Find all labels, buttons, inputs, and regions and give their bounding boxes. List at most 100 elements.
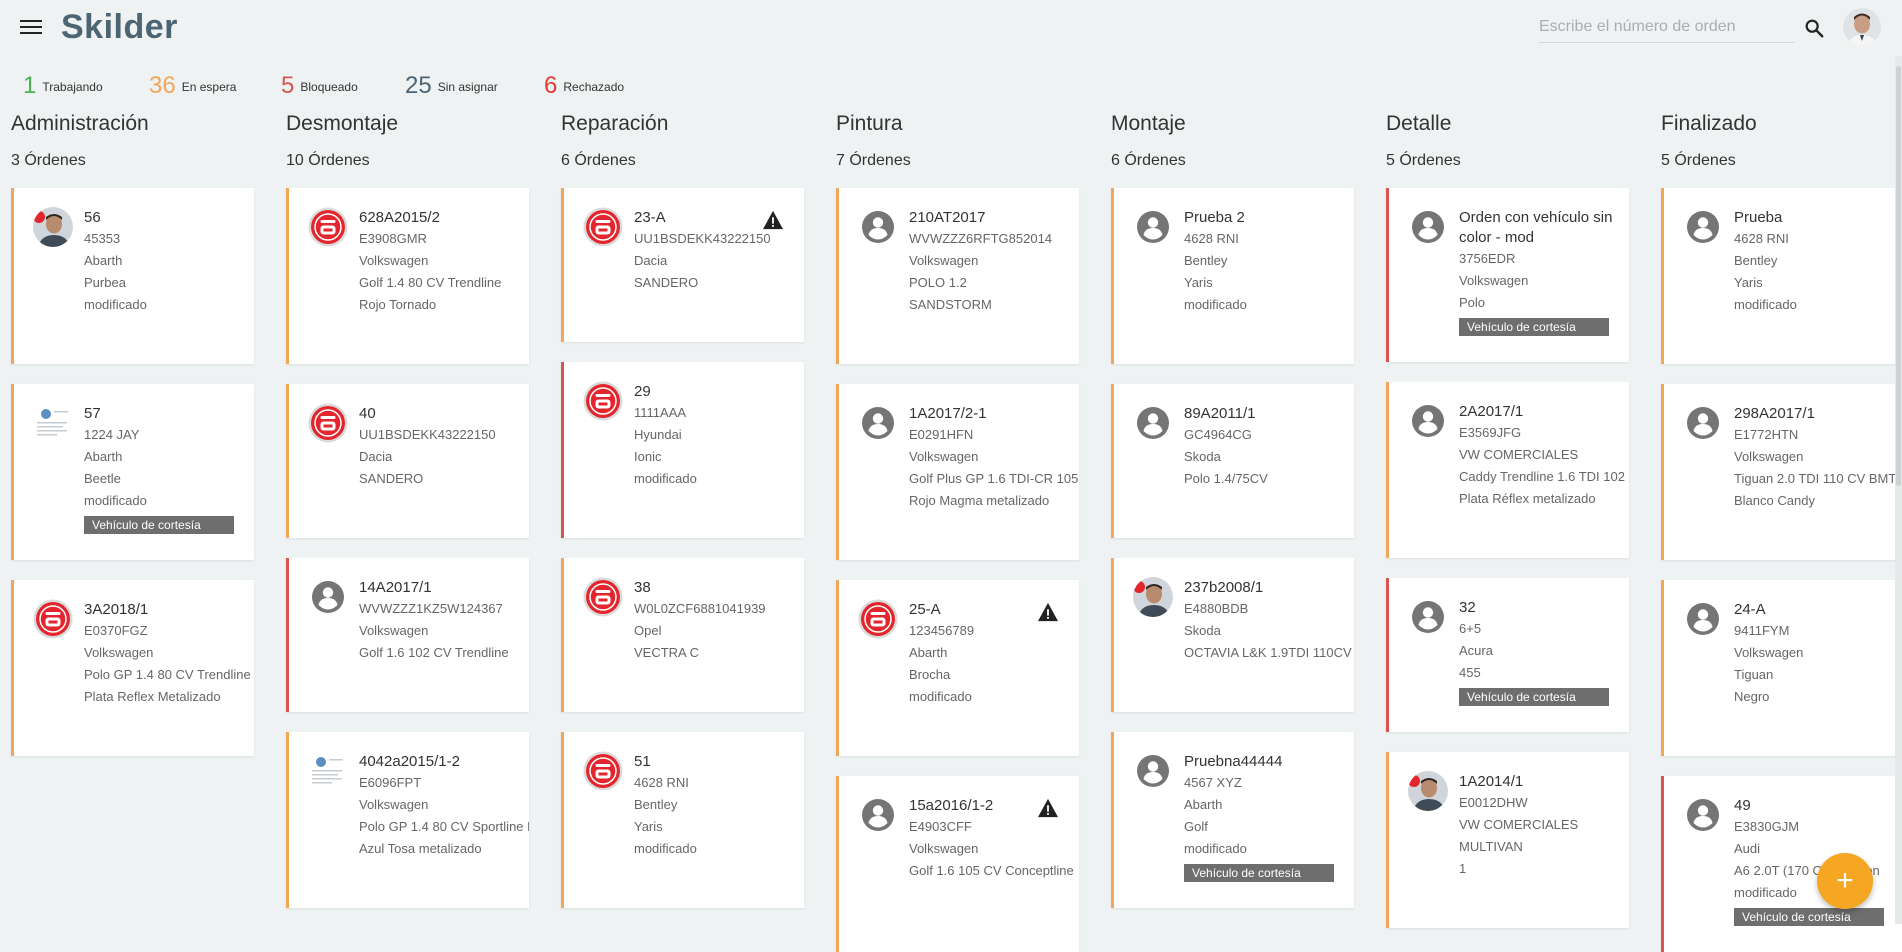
order-detail: E3830GJM <box>1734 819 1800 834</box>
search-icon[interactable] <box>1803 17 1825 39</box>
search-input[interactable] <box>1539 14 1795 40</box>
order-detail: UU1BSDEKK43222150 <box>634 231 771 246</box>
courtesy-vehicle-badge: Vehículo de cortesía <box>84 516 234 534</box>
status-bar <box>1661 384 1664 560</box>
order-number: 237b2008/1 <box>1184 579 1264 596</box>
status-bar <box>836 580 839 756</box>
order-card[interactable]: 298A2017/1 E1772HTN Volkswagen Tiguan 2.0 T… <box>1661 384 1902 560</box>
order-card[interactable]: 2A2017/1 E3569JFG VW COMERCIALES Caddy Tren… <box>1386 382 1629 558</box>
order-detail: Bentley <box>634 797 678 812</box>
order-card[interactable]: 51 4628 RNI Bentley Yaris modificado <box>561 732 804 908</box>
order-number: 51 <box>634 753 651 770</box>
order-detail: modificado <box>1184 297 1247 312</box>
order-card[interactable]: 32 6+5 Acura 455 Vehículo de cortesía <box>1386 578 1629 732</box>
person-icon <box>858 207 898 247</box>
order-detail: Skoda <box>1184 623 1221 638</box>
order-detail: E0370FGZ <box>84 623 148 638</box>
document-thumbnail-avatar <box>308 751 348 791</box>
stat-bloqueado[interactable]: 5 Bloqueado <box>281 72 358 100</box>
order-card[interactable]: Pruebna44444 4567 XYZ Abarth Golf modificado… <box>1111 732 1354 908</box>
order-detail: Bentley <box>1184 253 1228 268</box>
order-detail: Negro <box>1734 689 1770 704</box>
order-number: 298A2017/1 <box>1734 405 1815 422</box>
order-detail: W0L0ZCF6881041939 <box>634 601 766 616</box>
order-detail: modificado <box>1184 841 1247 856</box>
status-bar <box>1111 188 1114 364</box>
brand-logo-avatar <box>33 599 73 639</box>
order-detail: Brocha <box>909 667 951 682</box>
status-bar <box>286 188 289 364</box>
order-card[interactable]: 57 1224 JAY Abarth Beetle modificado Vehículo… <box>11 384 254 560</box>
order-detail: modificado <box>84 297 147 312</box>
stat-sin-asignar[interactable]: 25 Sin asignar <box>405 72 498 100</box>
order-detail: POLO 1.2 <box>909 275 967 290</box>
add-order-button[interactable]: + <box>1817 853 1873 909</box>
order-detail: modificado <box>1734 297 1797 312</box>
order-card[interactable]: 4042a2015/1-2 E6096FPT Volkswagen Polo GP 1… <box>286 732 529 908</box>
column-title: Finalizado <box>1661 112 1757 135</box>
order-card[interactable]: Orden con vehículo sin color - mod 3756ED… <box>1386 188 1629 362</box>
column-order-count: 7 Órdenes <box>836 152 911 169</box>
stat-label: En espera <box>181 80 237 94</box>
order-card[interactable]: 56 45353 Abarth Purbea modificado <box>11 188 254 364</box>
order-number: 49 <box>1734 797 1751 814</box>
person-icon <box>1408 597 1448 637</box>
column-order-count: 10 Órdenes <box>286 152 370 169</box>
order-card[interactable]: 24-A 9411FYM Volkswagen Tiguan Negro <box>1661 580 1902 756</box>
order-detail: Volkswagen <box>1734 645 1804 660</box>
order-card[interactable]: 1A2014/1 E0012DHW VW COMERCIALES MULTIVAN 1 <box>1386 752 1629 928</box>
status-summary: 1 Trabajando 36 En espera 5 Bloqueado 25 Sin… <box>0 72 900 102</box>
app-logo[interactable]: Skilder <box>61 8 178 47</box>
order-detail: Golf <box>1184 819 1208 834</box>
order-detail: modificado <box>84 493 147 508</box>
order-number: 1A2017/2-1 <box>909 405 987 422</box>
brand-logo-avatar <box>858 599 898 639</box>
stat-label: Sin asignar <box>437 80 498 94</box>
order-detail: modificado <box>909 689 972 704</box>
order-card[interactable]: 40 UU1BSDEKK43222150 Dacia SANDERO <box>286 384 529 538</box>
order-card[interactable]: 29 1111AAA Hyundai Ionic modificado <box>561 362 804 538</box>
order-detail: Rojo Tornado <box>359 297 437 312</box>
brand-logo-avatar <box>308 207 348 247</box>
order-card[interactable]: 628A2015/2 E3908GMR Volkswagen Golf 1.4 80 … <box>286 188 529 364</box>
order-card[interactable]: 3A2018/1 E0370FGZ Volkswagen Polo GP 1.4 80… <box>11 580 254 756</box>
order-card[interactable]: 237b2008/1 E4880BDB Skoda OCTAVIA L&K 1.9TD… <box>1111 558 1354 712</box>
order-detail: Volkswagen <box>1459 273 1529 288</box>
order-detail: Dacia <box>359 449 393 464</box>
person-icon <box>1683 403 1723 443</box>
order-detail: 9411FYM <box>1734 623 1790 638</box>
order-detail: OCTAVIA L&K 1.9TDI 110CV <box>1184 645 1352 660</box>
order-detail: Golf 1.6 102 CV Trendline <box>359 645 509 660</box>
column-order-count: 5 Órdenes <box>1386 152 1461 169</box>
order-number: Orden con vehículo sin color - mod <box>1459 209 1613 246</box>
menu-icon[interactable] <box>20 17 42 35</box>
order-detail: 455 <box>1459 665 1481 680</box>
order-card[interactable]: 38 W0L0ZCF6881041939 Opel VECTRA C <box>561 558 804 712</box>
brand-logo-avatar <box>583 751 623 791</box>
page-scrollbar[interactable] <box>1895 56 1902 924</box>
status-bar <box>1661 776 1664 952</box>
order-detail: 6+5 <box>1459 621 1482 636</box>
order-detail: modificado <box>634 471 697 486</box>
stat-en-espera[interactable]: 36 En espera <box>149 72 236 100</box>
status-bar <box>11 384 14 560</box>
order-card[interactable]: 1A2017/2-1 E0291HFN Volkswagen Golf Plus GP… <box>836 384 1079 560</box>
order-number: 29 <box>634 383 651 400</box>
order-card[interactable]: Prueba 2 4628 RNI Bentley Yaris modificado <box>1111 188 1354 364</box>
order-card[interactable]: 89A2011/1 GC4964CG Skoda Polo 1.4/75CV <box>1111 384 1354 538</box>
order-card[interactable]: 25-A 123456789 Abarth Brocha modificado <box>836 580 1079 756</box>
stat-trabajando[interactable]: 1 Trabajando <box>23 72 103 100</box>
order-detail: Abarth <box>84 449 123 464</box>
status-bar <box>836 776 839 952</box>
order-card[interactable]: 14A2017/1 WVWZZZ1KZ5W124367 Volkswagen Golf… <box>286 558 529 712</box>
order-detail: SANDERO <box>359 471 424 486</box>
user-avatar[interactable] <box>1843 8 1881 46</box>
order-card[interactable]: 15a2016/1-2 E4903CFF Volkswagen Golf 1.6 10… <box>836 776 1079 952</box>
status-bar <box>286 384 289 538</box>
stat-rechazado[interactable]: 6 Rechazado <box>544 72 624 100</box>
order-card[interactable]: 210AT2017 WVWZZZ6RFTG852014 Volkswagen POLO… <box>836 188 1079 364</box>
order-card[interactable]: 23-A UU1BSDEKK43222150 Dacia SANDERO <box>561 188 804 342</box>
order-card[interactable]: Prueba 4628 RNI Bentley Yaris modificado <box>1661 188 1902 364</box>
warning-icon <box>762 210 784 230</box>
order-detail: Bentley <box>1734 253 1778 268</box>
